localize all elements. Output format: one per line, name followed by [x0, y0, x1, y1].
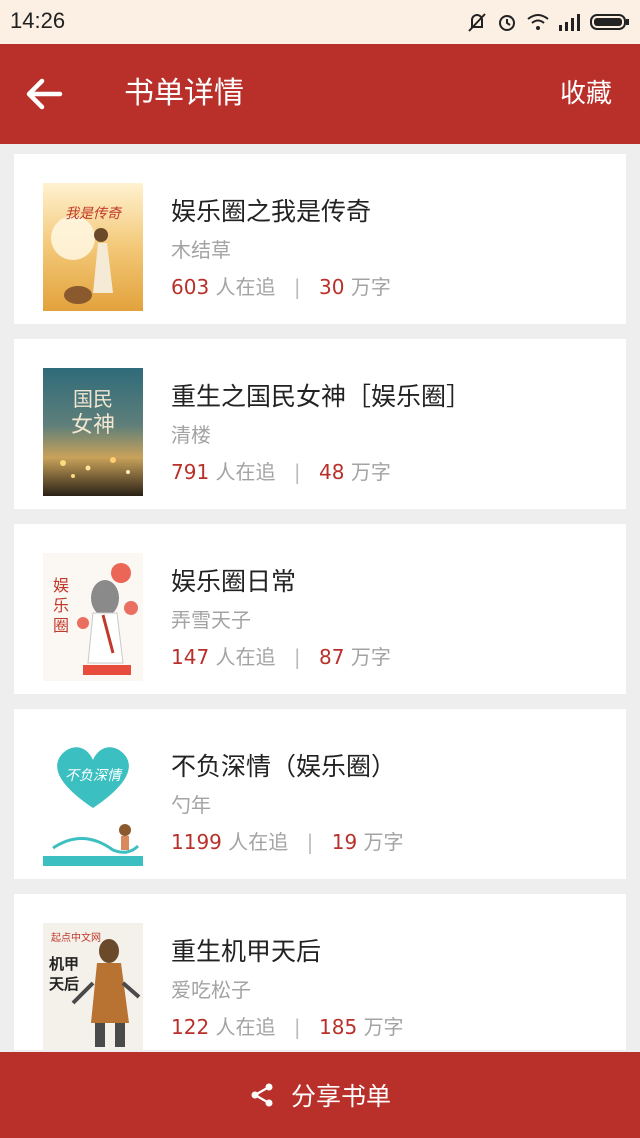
word-count-label: 万字 [350, 645, 391, 669]
page-title: 书单详情 [124, 76, 244, 111]
book-cover: 国民 女神 [43, 368, 143, 496]
book-stats: 147 人在追 | 87 万字 [171, 641, 391, 670]
book-title: 不负深情（娱乐圈） [171, 752, 397, 781]
svg-text:女神: 女神 [71, 413, 115, 438]
status-icons [466, 10, 630, 34]
book-cover: 娱 乐 圈 [43, 553, 143, 681]
word-count-label: 万字 [350, 275, 391, 299]
book-stats: 122 人在追 | 185 万字 [171, 1011, 404, 1040]
app-bar: 书单详情 收藏 [0, 44, 640, 144]
word-count-label: 万字 [363, 1015, 404, 1039]
mute-icon [468, 13, 486, 32]
svg-text:国民: 国民 [73, 387, 113, 411]
stats-divider: | [306, 830, 314, 854]
svg-text:起点中文网: 起点中文网 [51, 931, 101, 944]
book-author: 勺年 [171, 793, 211, 817]
svg-text:天后: 天后 [49, 975, 79, 993]
stats-divider: | [293, 1015, 301, 1039]
share-label: 分享书单 [290, 1082, 391, 1111]
book-cover: 不负深情 [43, 738, 143, 866]
book-title: 重生之国民女神［娱乐圈］ [171, 382, 472, 411]
word-count: 185 [319, 1015, 358, 1039]
share-booklist-button[interactable]: 分享书单 [0, 1052, 640, 1138]
followers-label: 人在追 [228, 830, 289, 854]
arrow-left-icon [26, 78, 63, 110]
word-count: 19 [331, 830, 358, 854]
book-stats: 791 人在追 | 48 万字 [171, 456, 391, 485]
book-author: 木结草 [171, 238, 231, 262]
back-button[interactable] [22, 74, 66, 114]
followers-label: 人在追 [215, 275, 276, 299]
stats-divider: | [293, 460, 301, 484]
book-cover: 机甲 天后 起点中文网 [43, 923, 143, 1050]
book-title: 重生机甲天后 [171, 937, 322, 966]
book-stats: 1199 人在追 | 19 万字 [171, 826, 404, 855]
book-card[interactable]: 机甲 天后 起点中文网 重生机甲天后 爱吃松子 122 人在追 | 185 万字 [14, 894, 626, 1050]
collect-button[interactable]: 收藏 [560, 76, 612, 112]
book-cover: 我是传奇 [43, 183, 143, 311]
word-count: 30 [319, 275, 345, 299]
book-author: 弄雪天子 [171, 608, 251, 632]
svg-text:机甲: 机甲 [49, 955, 79, 973]
followers-label: 人在追 [215, 645, 276, 669]
followers-label: 人在追 [215, 1015, 276, 1039]
svg-text:不负深情: 不负深情 [65, 768, 123, 784]
battery-icon [590, 14, 629, 30]
book-title: 娱乐圈日常 [171, 567, 297, 596]
book-stats: 603 人在追 | 30 万字 [171, 271, 391, 300]
book-author: 爱吃松子 [171, 978, 251, 1002]
followers-count: 1199 [171, 830, 222, 854]
book-card[interactable]: 娱 乐 圈 娱乐圈日常 弄雪天子 147 人在追 | 87 万字 [14, 524, 626, 694]
followers-count: 791 [171, 460, 210, 484]
followers-count: 147 [171, 645, 210, 669]
word-count-label: 万字 [363, 830, 404, 854]
book-author: 清楼 [171, 423, 211, 447]
svg-text:圈: 圈 [53, 616, 69, 635]
svg-text:我是传奇: 我是传奇 [65, 206, 123, 222]
book-card[interactable]: 我是传奇 娱乐圈之我是传奇 木结草 603 人在追 | 30 万字 [14, 154, 626, 324]
svg-text:乐: 乐 [53, 596, 69, 615]
alarm-icon [499, 15, 515, 31]
stats-divider: | [293, 275, 301, 299]
status-bar: 14:26 [0, 0, 640, 44]
word-count-label: 万字 [350, 460, 391, 484]
status-time: 14:26 [10, 8, 66, 33]
stats-divider: | [293, 645, 301, 669]
book-card[interactable]: 不负深情 不负深情（娱乐圈） 勺年 1199 人在追 | 19 万字 [14, 709, 626, 879]
svg-text:娱: 娱 [53, 576, 69, 595]
followers-count: 603 [171, 275, 210, 299]
signal-icon [559, 14, 580, 31]
share-icon [251, 1083, 273, 1107]
followers-count: 122 [171, 1015, 210, 1039]
followers-label: 人在追 [215, 460, 276, 484]
book-card[interactable]: 国民 女神 重生之国民女神［娱乐圈］ 清楼 791 人在追 | 48 万字 [14, 339, 626, 509]
word-count: 48 [319, 460, 345, 484]
wifi-icon [527, 14, 549, 30]
book-list: 我是传奇 娱乐圈之我是传奇 木结草 603 人在追 | 30 万字 国民 女神 … [0, 144, 640, 1050]
word-count: 87 [319, 645, 345, 669]
book-title: 娱乐圈之我是传奇 [171, 197, 372, 226]
